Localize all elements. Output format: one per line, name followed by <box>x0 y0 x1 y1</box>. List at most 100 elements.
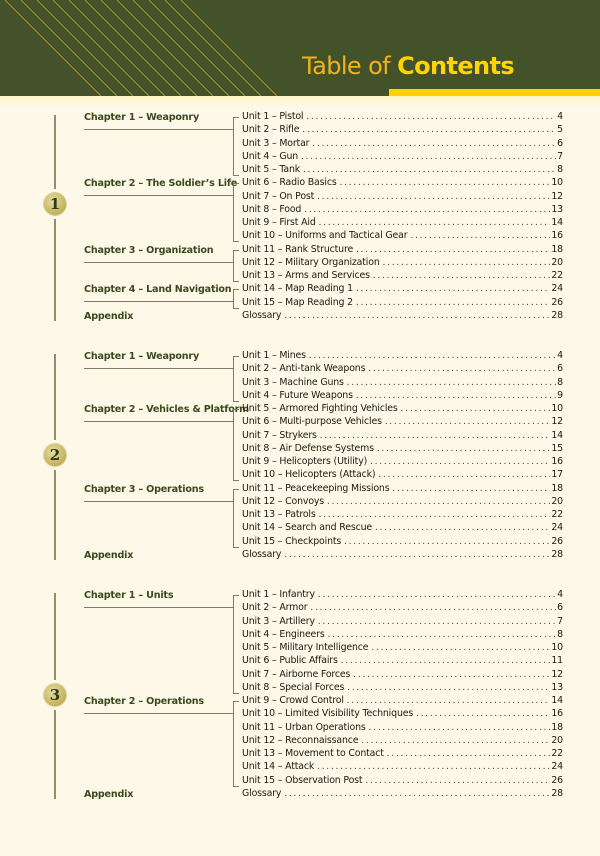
unit-entry[interactable]: Unit 14 – Search and Rescue 24 <box>242 522 563 535</box>
chapter-bracket <box>233 488 239 548</box>
entry-title: Unit 11 – Urban Operations <box>242 721 366 733</box>
unit-entry[interactable]: Unit 9 – Helicopters (Utility) 16 <box>242 456 563 469</box>
unit-entry[interactable]: Unit 13 – Patrols 22 <box>242 509 563 522</box>
entry-title: Unit 4 – Future Weapons <box>242 389 353 401</box>
unit-entry[interactable]: Unit 1 – Mines 4 <box>242 350 563 363</box>
unit-entry[interactable]: Unit 6 – Radio Basics 10 <box>242 177 563 190</box>
dot-leader <box>309 351 556 361</box>
chapter-heading[interactable]: Chapter 3 – Organization <box>84 245 214 256</box>
entry-title: Unit 8 – Food <box>242 203 302 215</box>
dot-leader <box>302 125 556 135</box>
unit-entry[interactable]: Unit 2 – Armor 6 <box>242 602 563 615</box>
chapter-heading[interactable]: Chapter 1 – Weaponry <box>84 112 199 123</box>
unit-entry[interactable]: Unit 15 – Map Reading 2 26 <box>242 297 563 310</box>
page-number: 14 <box>551 429 563 441</box>
dot-leader <box>344 537 550 547</box>
timeline-line <box>54 115 56 190</box>
page-number: 18 <box>551 243 563 255</box>
dot-leader <box>284 789 550 799</box>
dot-leader <box>378 470 550 480</box>
unit-entry[interactable]: Unit 3 – Mortar 6 <box>242 138 563 151</box>
page-number: 13 <box>551 203 563 215</box>
timeline-line <box>54 710 56 799</box>
unit-entry[interactable]: Unit 13 – Arms and Services 22 <box>242 270 563 283</box>
page-number: 17 <box>551 469 563 481</box>
dot-leader <box>320 431 551 441</box>
unit-entry[interactable]: Unit 5 – Tank 8 <box>242 164 563 177</box>
entry-title: Unit 14 – Attack <box>242 761 315 773</box>
entry-title: Unit 4 – Engineers <box>242 628 325 640</box>
unit-entry[interactable]: Unit 4 – Future Weapons 9 <box>242 390 563 403</box>
unit-entry[interactable]: Unit 7 – Airborne Forces 12 <box>242 669 563 682</box>
page-number: 26 <box>551 535 563 547</box>
unit-entry[interactable]: Unit 1 – Pistol 4 <box>242 111 563 124</box>
page-number: 26 <box>551 774 563 786</box>
unit-entry[interactable]: Unit 12 – Convoys 20 <box>242 496 563 509</box>
unit-entry[interactable]: Unit 14 – Map Reading 1 24 <box>242 283 563 296</box>
title-light: Table of <box>302 52 398 80</box>
unit-entry[interactable]: Unit 4 – Engineers 8 <box>242 629 563 642</box>
unit-entry[interactable]: Unit 5 – Military Intelligence 10 <box>242 642 563 655</box>
chapter-heading[interactable]: Chapter 3 – Operations <box>84 484 204 495</box>
page-number: 24 <box>551 522 563 534</box>
unit-entry[interactable]: Unit 11 – Urban Operations 18 <box>242 722 563 735</box>
page-header: Table of Contents <box>0 0 600 96</box>
unit-entry[interactable]: Unit 9 – First Aid 14 <box>242 217 563 230</box>
header-accent-bar <box>389 89 600 96</box>
unit-entry[interactable]: Unit 1 – Infantry 4 <box>242 589 563 602</box>
chapter-heading[interactable]: Chapter 1 – Units <box>84 590 174 601</box>
unit-entry[interactable]: Unit 10 – Limited Visibility Techniques 1… <box>242 708 563 721</box>
appendix-heading[interactable]: Appendix <box>84 789 133 800</box>
entry-title: Unit 5 – Tank <box>242 164 301 175</box>
page-number: 4 <box>557 589 563 600</box>
unit-entry[interactable]: Unit 7 – Strykers 14 <box>242 430 563 443</box>
unit-entry[interactable]: Unit 2 – Anti-tank Weapons 6 <box>242 363 563 376</box>
unit-entry[interactable]: Unit 12 – Military Organization 20 <box>242 257 563 270</box>
dot-leader <box>377 444 551 454</box>
appendix-heading[interactable]: Appendix <box>84 550 133 561</box>
unit-entry[interactable]: Unit 13 – Movement to Contact 22 <box>242 748 563 761</box>
glossary-entry[interactable]: Glossary 28 <box>242 310 563 323</box>
entry-title: Glossary <box>242 548 282 560</box>
page-number: 28 <box>551 548 563 560</box>
chapter-heading[interactable]: Chapter 2 – The Soldier’s Life <box>84 178 237 189</box>
chapter-heading[interactable]: Chapter 2 – Operations <box>84 696 204 707</box>
entry-title: Unit 10 – Limited Visibility Techniques <box>242 708 414 720</box>
unit-entry[interactable]: Unit 9 – Crowd Control 14 <box>242 695 563 708</box>
entry-title: Unit 1 – Infantry <box>242 589 315 600</box>
unit-entry[interactable]: Unit 8 – Air Defense Systems 15 <box>242 443 563 456</box>
dot-leader <box>401 404 551 414</box>
appendix-heading[interactable]: Appendix <box>84 311 133 322</box>
glossary-entry[interactable]: Glossary 28 <box>242 549 563 562</box>
unit-entry[interactable]: Unit 11 – Peacekeeping Missions 18 <box>242 483 563 496</box>
unit-entry[interactable]: Unit 6 – Public Affairs 11 <box>242 655 563 668</box>
page-number: 22 <box>551 270 563 281</box>
unit-entry[interactable]: Unit 4 – Gun 7 <box>242 151 563 164</box>
unit-entry[interactable]: Unit 2 – Rifle 5 <box>242 124 563 137</box>
chapter-bracket <box>233 117 239 176</box>
unit-entry[interactable]: Unit 3 – Machine Guns 8 <box>242 377 563 390</box>
unit-entry[interactable]: Unit 10 – Uniforms and Tactical Gear 16 <box>242 230 563 243</box>
header-underline-band <box>0 96 600 106</box>
unit-entry[interactable]: Unit 8 – Special Forces 13 <box>242 682 563 695</box>
chapter-heading[interactable]: Chapter 1 – Weaponry <box>84 351 199 362</box>
unit-entry[interactable]: Unit 7 – On Post 12 <box>242 191 563 204</box>
unit-entry[interactable]: Unit 12 – Reconnaissance 20 <box>242 735 563 748</box>
unit-entry[interactable]: Unit 6 – Multi-purpose Vehicles 12 <box>242 416 563 429</box>
chapter-heading[interactable]: Chapter 2 – Vehicles & Platform <box>84 404 249 415</box>
page-number: 20 <box>551 495 563 507</box>
unit-entry[interactable]: Unit 3 – Artillery 7 <box>242 616 563 629</box>
entry-title: Unit 14 – Map Reading 1 <box>242 283 353 295</box>
unit-entry[interactable]: Unit 11 – Rank Structure 18 <box>242 244 563 257</box>
unit-entry[interactable]: Unit 15 – Observation Post 26 <box>242 775 563 788</box>
chapter-heading[interactable]: Chapter 4 – Land Navigation <box>84 284 232 295</box>
unit-entry[interactable]: Unit 14 – Attack 24 <box>242 761 563 774</box>
unit-entry[interactable]: Unit 5 – Armored Fighting Vehicles 10 <box>242 403 563 416</box>
glossary-entry[interactable]: Glossary 28 <box>242 788 563 801</box>
unit-entry[interactable]: Unit 15 – Checkpoints 26 <box>242 536 563 549</box>
chapter-bracket <box>233 356 239 402</box>
title-bold: Contents <box>397 52 515 80</box>
unit-entry[interactable]: Unit 8 – Food 13 <box>242 204 563 217</box>
unit-entry[interactable]: Unit 10 – Helicopters (Attack) 17 <box>242 469 563 482</box>
chapter-connector-line <box>84 500 234 502</box>
